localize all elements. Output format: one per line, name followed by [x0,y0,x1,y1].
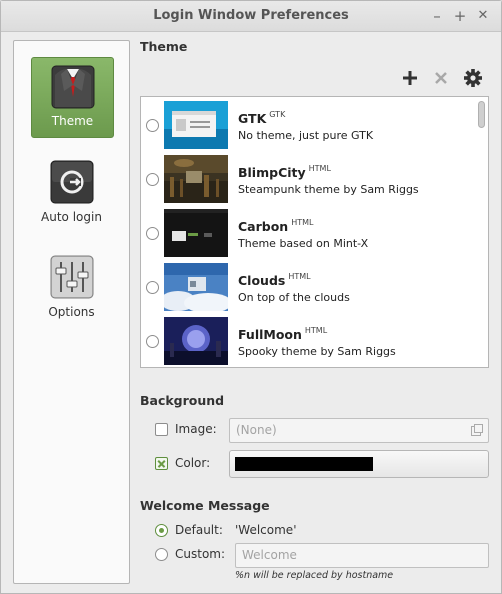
color-swatch [235,457,373,471]
theme-name: GTK GTK [238,110,286,126]
theme-thumbnail [164,263,228,311]
login-window-preferences-window: Login Window Preferences – + ✕ Theme Aut… [0,0,502,594]
theme-description: Theme based on Mint-X [238,237,369,250]
image-label: Image: [175,422,217,436]
theme-thumbnail [164,209,228,257]
hostname-hint: %n will be replaced by hostname [235,570,394,581]
theme-radio[interactable] [146,173,159,186]
theme-heading: Theme [140,39,188,54]
sidebar-item-options[interactable]: Options [14,254,129,319]
image-value: (None) [236,423,277,437]
theme-radio[interactable] [146,281,159,294]
theme-name: Carbon HTML [238,218,314,234]
theme-type: HTML [288,272,311,281]
theme-thumbnail [164,101,228,149]
theme-radio[interactable] [146,119,159,132]
list-item-carbon[interactable]: Carbon HTML Theme based on Mint-X [141,206,474,260]
theme-list-scrollbar[interactable] [477,99,486,365]
add-icon[interactable] [399,67,421,89]
scrollbar-thumb[interactable] [478,101,485,128]
custom-label: Custom: [175,547,226,561]
sidebar-item-label: Theme [51,114,94,128]
list-item-fullmoon[interactable]: FullMoon HTML Spooky theme by Sam Riggs [141,314,474,367]
theme-type: GTK [269,110,286,119]
custom-radio[interactable] [155,548,168,561]
custom-message-input[interactable]: Welcome [235,543,489,568]
theme-description: Spooky theme by Sam Riggs [238,345,396,358]
color-label: Color: [175,456,211,470]
custom-placeholder: Welcome [242,548,297,562]
gear-icon[interactable] [462,67,484,89]
file-browse-icon[interactable] [470,423,484,440]
sliders-icon [49,254,95,300]
theme-name: Clouds HTML [238,272,311,288]
minimize-button[interactable]: – [428,7,446,25]
close-button[interactable]: ✕ [474,7,492,25]
sidebar-item-auto-login[interactable]: Auto login [14,159,129,224]
image-checkbox[interactable] [155,423,168,436]
list-item-clouds[interactable]: Clouds HTML On top of the clouds [141,260,474,314]
color-picker-button[interactable] [229,450,489,478]
welcome-heading: Welcome Message [140,498,270,513]
sidebar-item-theme[interactable]: Theme [31,57,114,138]
sidebar-item-label: Options [48,305,95,319]
suit-icon [51,65,95,109]
remove-icon[interactable] [430,67,452,89]
theme-description: Steampunk theme by Sam Riggs [238,183,419,196]
theme-radio[interactable] [146,335,159,348]
theme-type: HTML [304,326,328,335]
image-file-chooser[interactable]: (None) [229,418,489,443]
sidebar-item-label: Auto login [41,210,102,224]
theme-thumbnail [164,317,228,365]
default-label: Default: [175,523,223,537]
maximize-button[interactable]: + [451,7,469,25]
list-item-gtk[interactable]: GTK GTK No theme, just pure GTK [141,98,474,152]
theme-type: HTML [308,164,331,173]
theme-description: No theme, just pure GTK [238,129,374,142]
theme-type: HTML [291,218,314,227]
background-heading: Background [140,393,225,408]
sidebar: Theme Auto login Options [13,40,130,584]
color-checkbox[interactable] [155,457,168,470]
default-radio[interactable] [155,524,168,537]
theme-list[interactable]: GTK GTK No theme, just pure GTK BlimpCit… [140,96,489,368]
list-item-blimpcity[interactable]: BlimpCity HTML Steampunk theme by Sam Rig… [141,152,474,206]
theme-thumbnail [164,155,228,203]
theme-radio[interactable] [146,227,159,240]
title-bar[interactable]: Login Window Preferences – + ✕ [1,1,501,32]
theme-name: FullMoon HTML [238,326,328,342]
window-title: Login Window Preferences [153,8,349,23]
theme-description: On top of the clouds [238,291,350,304]
power-icon [49,159,95,205]
theme-name: BlimpCity HTML [238,164,331,180]
default-value: 'Welcome' [235,523,297,537]
